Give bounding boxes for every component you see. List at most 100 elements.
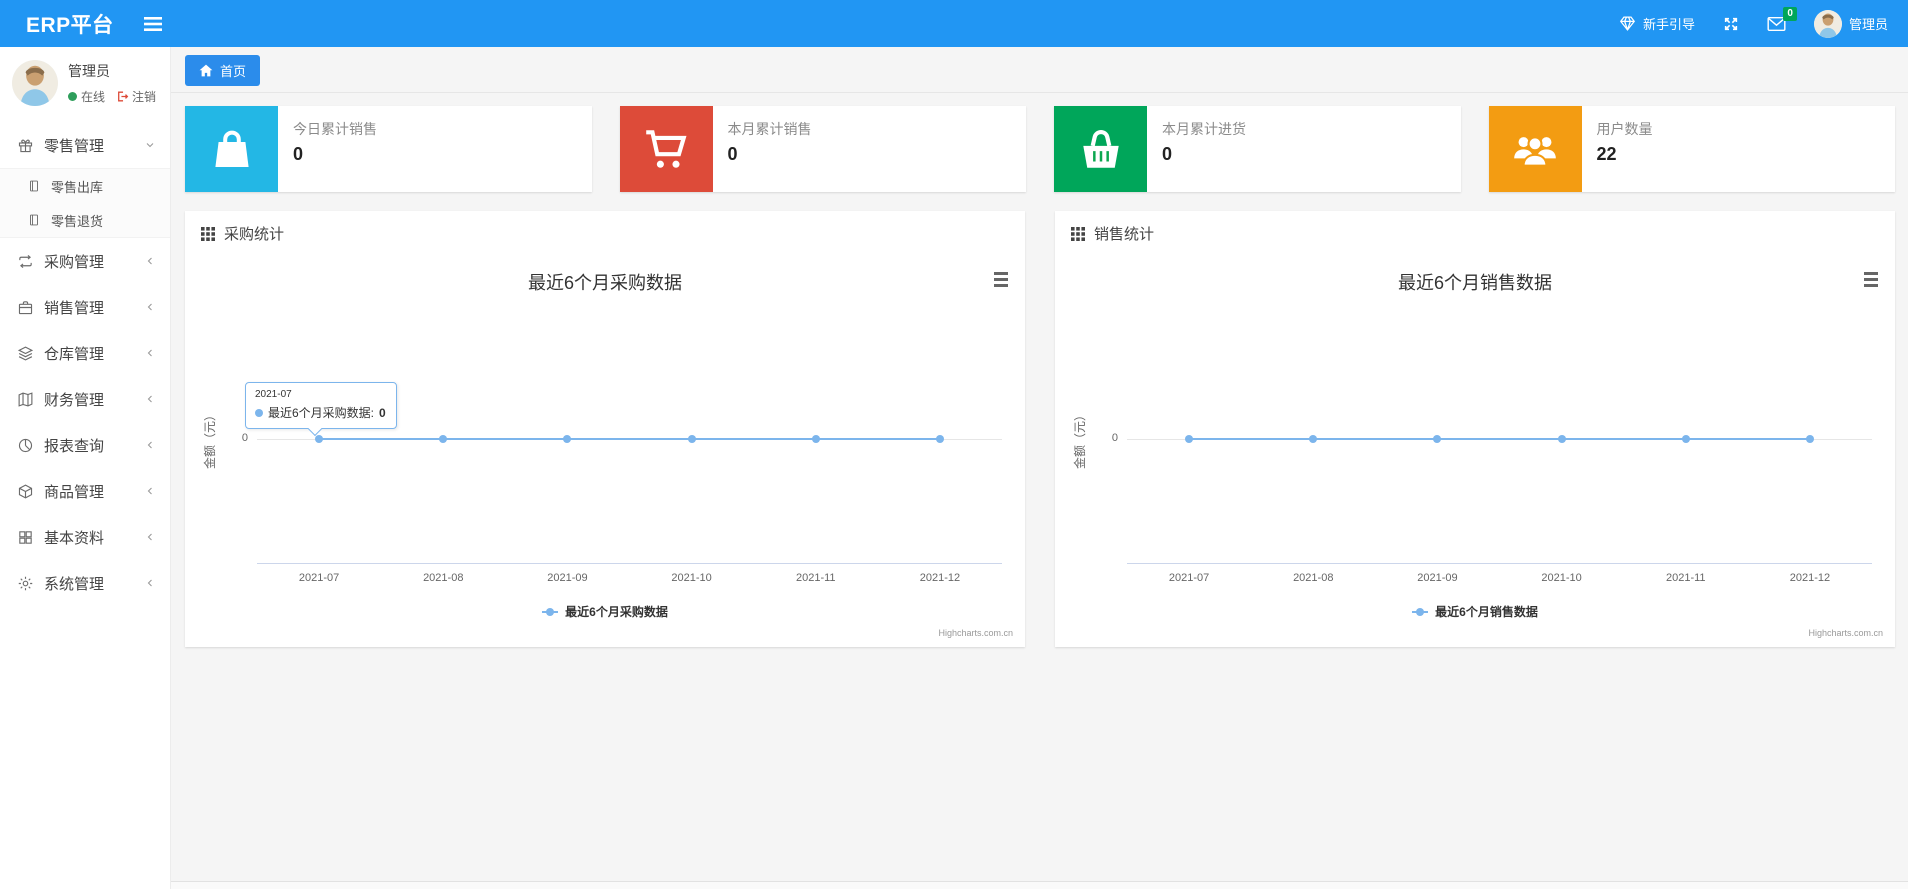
chart-title: 最近6个月销售数据 bbox=[1397, 273, 1552, 293]
purchase-stats-panel: 采购统计 最近6个月采购数据 金额（元） 0 2021-07 最近6个月采购数据… bbox=[185, 211, 1025, 647]
data-point[interactable] bbox=[935, 435, 944, 443]
legend-label: 最近6个月采购数据 bbox=[565, 605, 668, 619]
sidebar-item-reports[interactable]: 报表查询 bbox=[0, 422, 170, 468]
stat-card-body: 本月累计进货 0 bbox=[1147, 106, 1261, 192]
sidebar-item-label: 系统管理 bbox=[44, 575, 105, 593]
stat-label: 本月累计进货 bbox=[1162, 121, 1246, 137]
legend-item[interactable]: 最近6个月销售数据 bbox=[1055, 603, 1895, 620]
sidebar: 管理员 在线 注销 零售管理 零售出库 零售退货 采购管理 销售管理 仓库管理 … bbox=[0, 47, 171, 889]
tab-label: 首页 bbox=[220, 64, 247, 79]
data-point[interactable] bbox=[1433, 435, 1442, 443]
chevron-left-icon bbox=[144, 439, 156, 451]
sidebar-item-label: 报表查询 bbox=[44, 437, 105, 455]
chart-export-menu-icon[interactable] bbox=[994, 272, 1008, 287]
content-footer bbox=[171, 881, 1908, 889]
sidebar-item-warehouse[interactable]: 仓库管理 bbox=[0, 330, 170, 376]
top-navbar: ERP平台 新手引导 0 管理员 bbox=[0, 0, 1908, 47]
shopping-cart-icon bbox=[619, 106, 713, 192]
series-line bbox=[1189, 438, 1810, 440]
y-axis-title: 金额（元） bbox=[203, 409, 217, 470]
data-point[interactable] bbox=[439, 435, 448, 443]
sidebar-item-system[interactable]: 系统管理 bbox=[0, 560, 170, 606]
pie-chart-icon bbox=[17, 437, 34, 454]
sidebar-item-purchase[interactable]: 采购管理 bbox=[0, 238, 170, 284]
navbar-right: 新手引导 0 管理员 bbox=[1619, 6, 1908, 38]
stat-label: 本月累计销售 bbox=[727, 121, 812, 137]
stat-cards-row: 今日累计销售 0 本月累计销售 0 本月累计进货 0 用户数量 22 bbox=[171, 93, 1908, 192]
tooltip-series-label: 最近6个月采购数据: bbox=[268, 406, 375, 420]
messages-button[interactable]: 0 bbox=[1767, 6, 1797, 32]
sidebar-item-retail-outbound[interactable]: 零售出库 bbox=[0, 169, 170, 203]
user-avatar[interactable] bbox=[12, 60, 58, 106]
fullscreen-button[interactable] bbox=[1723, 16, 1739, 32]
sidebar-item-label: 仓库管理 bbox=[44, 345, 105, 363]
tooltip-arrow bbox=[307, 421, 323, 437]
logout-link[interactable]: 注销 bbox=[116, 88, 156, 105]
briefcase-icon bbox=[17, 299, 34, 316]
sidebar-menu: 零售管理 零售出库 零售退货 采购管理 销售管理 仓库管理 财务管理 报表查询 … bbox=[0, 122, 170, 606]
stat-label: 用户数量 bbox=[1596, 121, 1653, 137]
data-point[interactable] bbox=[1557, 435, 1566, 443]
sidebar-item-retail-return[interactable]: 零售退货 bbox=[0, 203, 170, 237]
user-info: 管理员 在线 注销 bbox=[68, 61, 156, 105]
sidebar-toggle-button[interactable] bbox=[143, 16, 162, 32]
x-tick-label: 2021-11 bbox=[1665, 572, 1706, 584]
legend-item[interactable]: 最近6个月采购数据 bbox=[185, 603, 1025, 620]
hamburger-icon bbox=[143, 16, 162, 32]
panel-header: 采购统计 bbox=[185, 211, 1025, 256]
highcharts-credits-link[interactable]: Highcharts.com.cn bbox=[1808, 628, 1883, 638]
repeat-icon bbox=[17, 253, 34, 270]
stat-value: 0 bbox=[727, 144, 738, 164]
x-tick-label: 2021-12 bbox=[1789, 572, 1831, 584]
x-tick-label: 2021-10 bbox=[671, 572, 712, 584]
data-point[interactable] bbox=[1185, 435, 1194, 443]
sidebar-item-label: 基本资料 bbox=[44, 529, 105, 547]
journal-icon bbox=[27, 213, 41, 227]
x-tick-label: 2021-08 bbox=[1293, 572, 1334, 584]
data-point[interactable] bbox=[811, 435, 820, 443]
stat-card-body: 本月累计销售 0 bbox=[713, 106, 827, 192]
chevron-left-icon bbox=[144, 301, 156, 313]
grid-icon bbox=[17, 529, 34, 546]
stat-value: 0 bbox=[293, 144, 304, 164]
sidebar-item-retail[interactable]: 零售管理 bbox=[0, 122, 170, 168]
map-book-icon bbox=[17, 391, 34, 408]
tab-strip: 首页 bbox=[171, 47, 1908, 93]
plot-area: 金额（元） 0 2021-07 最近6个月采购数据: 0 2021-07 202… bbox=[203, 301, 1002, 584]
plot-area: 金额（元） 0 2021-07 2021-08 2021-09 2021-10 bbox=[1073, 301, 1872, 584]
x-tick-label: 2021-07 bbox=[1168, 572, 1210, 584]
sidebar-item-label: 零售出库 bbox=[51, 179, 104, 195]
sidebar-item-base-data[interactable]: 基本资料 bbox=[0, 514, 170, 560]
user-menu[interactable]: 管理员 bbox=[1813, 9, 1888, 38]
journal-icon bbox=[27, 179, 41, 193]
chart-tooltip: 2021-07 最近6个月采购数据: 0 bbox=[245, 382, 397, 437]
chart-title: 最近6个月采购数据 bbox=[527, 273, 682, 293]
online-dot-icon bbox=[68, 92, 77, 101]
highcharts-credits-link[interactable]: Highcharts.com.cn bbox=[938, 628, 1013, 638]
sidebar-item-products[interactable]: 商品管理 bbox=[0, 468, 170, 514]
data-point[interactable] bbox=[1805, 435, 1814, 443]
data-point[interactable] bbox=[1309, 435, 1318, 443]
sidebar-item-finance[interactable]: 财务管理 bbox=[0, 376, 170, 422]
legend-label: 最近6个月销售数据 bbox=[1435, 605, 1538, 619]
panel-title: 采购统计 bbox=[224, 226, 285, 243]
data-point[interactable] bbox=[563, 435, 572, 443]
data-point[interactable] bbox=[315, 435, 324, 443]
series-dot-icon bbox=[255, 408, 263, 417]
data-point[interactable] bbox=[687, 435, 696, 443]
chevron-left-icon bbox=[144, 531, 156, 543]
main-content: 首页 今日累计销售 0 本月累计销售 0 本月累计进货 0 用户数量 22 采购… bbox=[171, 47, 1908, 889]
chart-export-menu-icon[interactable] bbox=[1864, 272, 1878, 287]
panel-header: 销售统计 bbox=[1055, 211, 1895, 256]
chart-panels-row: 采购统计 最近6个月采购数据 金额（元） 0 2021-07 最近6个月采购数据… bbox=[171, 192, 1908, 647]
tab-home[interactable]: 首页 bbox=[185, 55, 261, 86]
stat-card-user-count: 用户数量 22 bbox=[1488, 106, 1895, 192]
x-tick-label: 2021-09 bbox=[547, 572, 588, 584]
sidebar-item-sales[interactable]: 销售管理 bbox=[0, 284, 170, 330]
user-status-row: 在线 注销 bbox=[68, 88, 156, 105]
guide-button[interactable]: 新手引导 bbox=[1619, 14, 1695, 33]
fullscreen-icon bbox=[1723, 16, 1739, 32]
tooltip-category: 2021-07 bbox=[255, 389, 292, 400]
data-point[interactable] bbox=[1681, 435, 1690, 443]
chevron-left-icon bbox=[144, 347, 156, 359]
